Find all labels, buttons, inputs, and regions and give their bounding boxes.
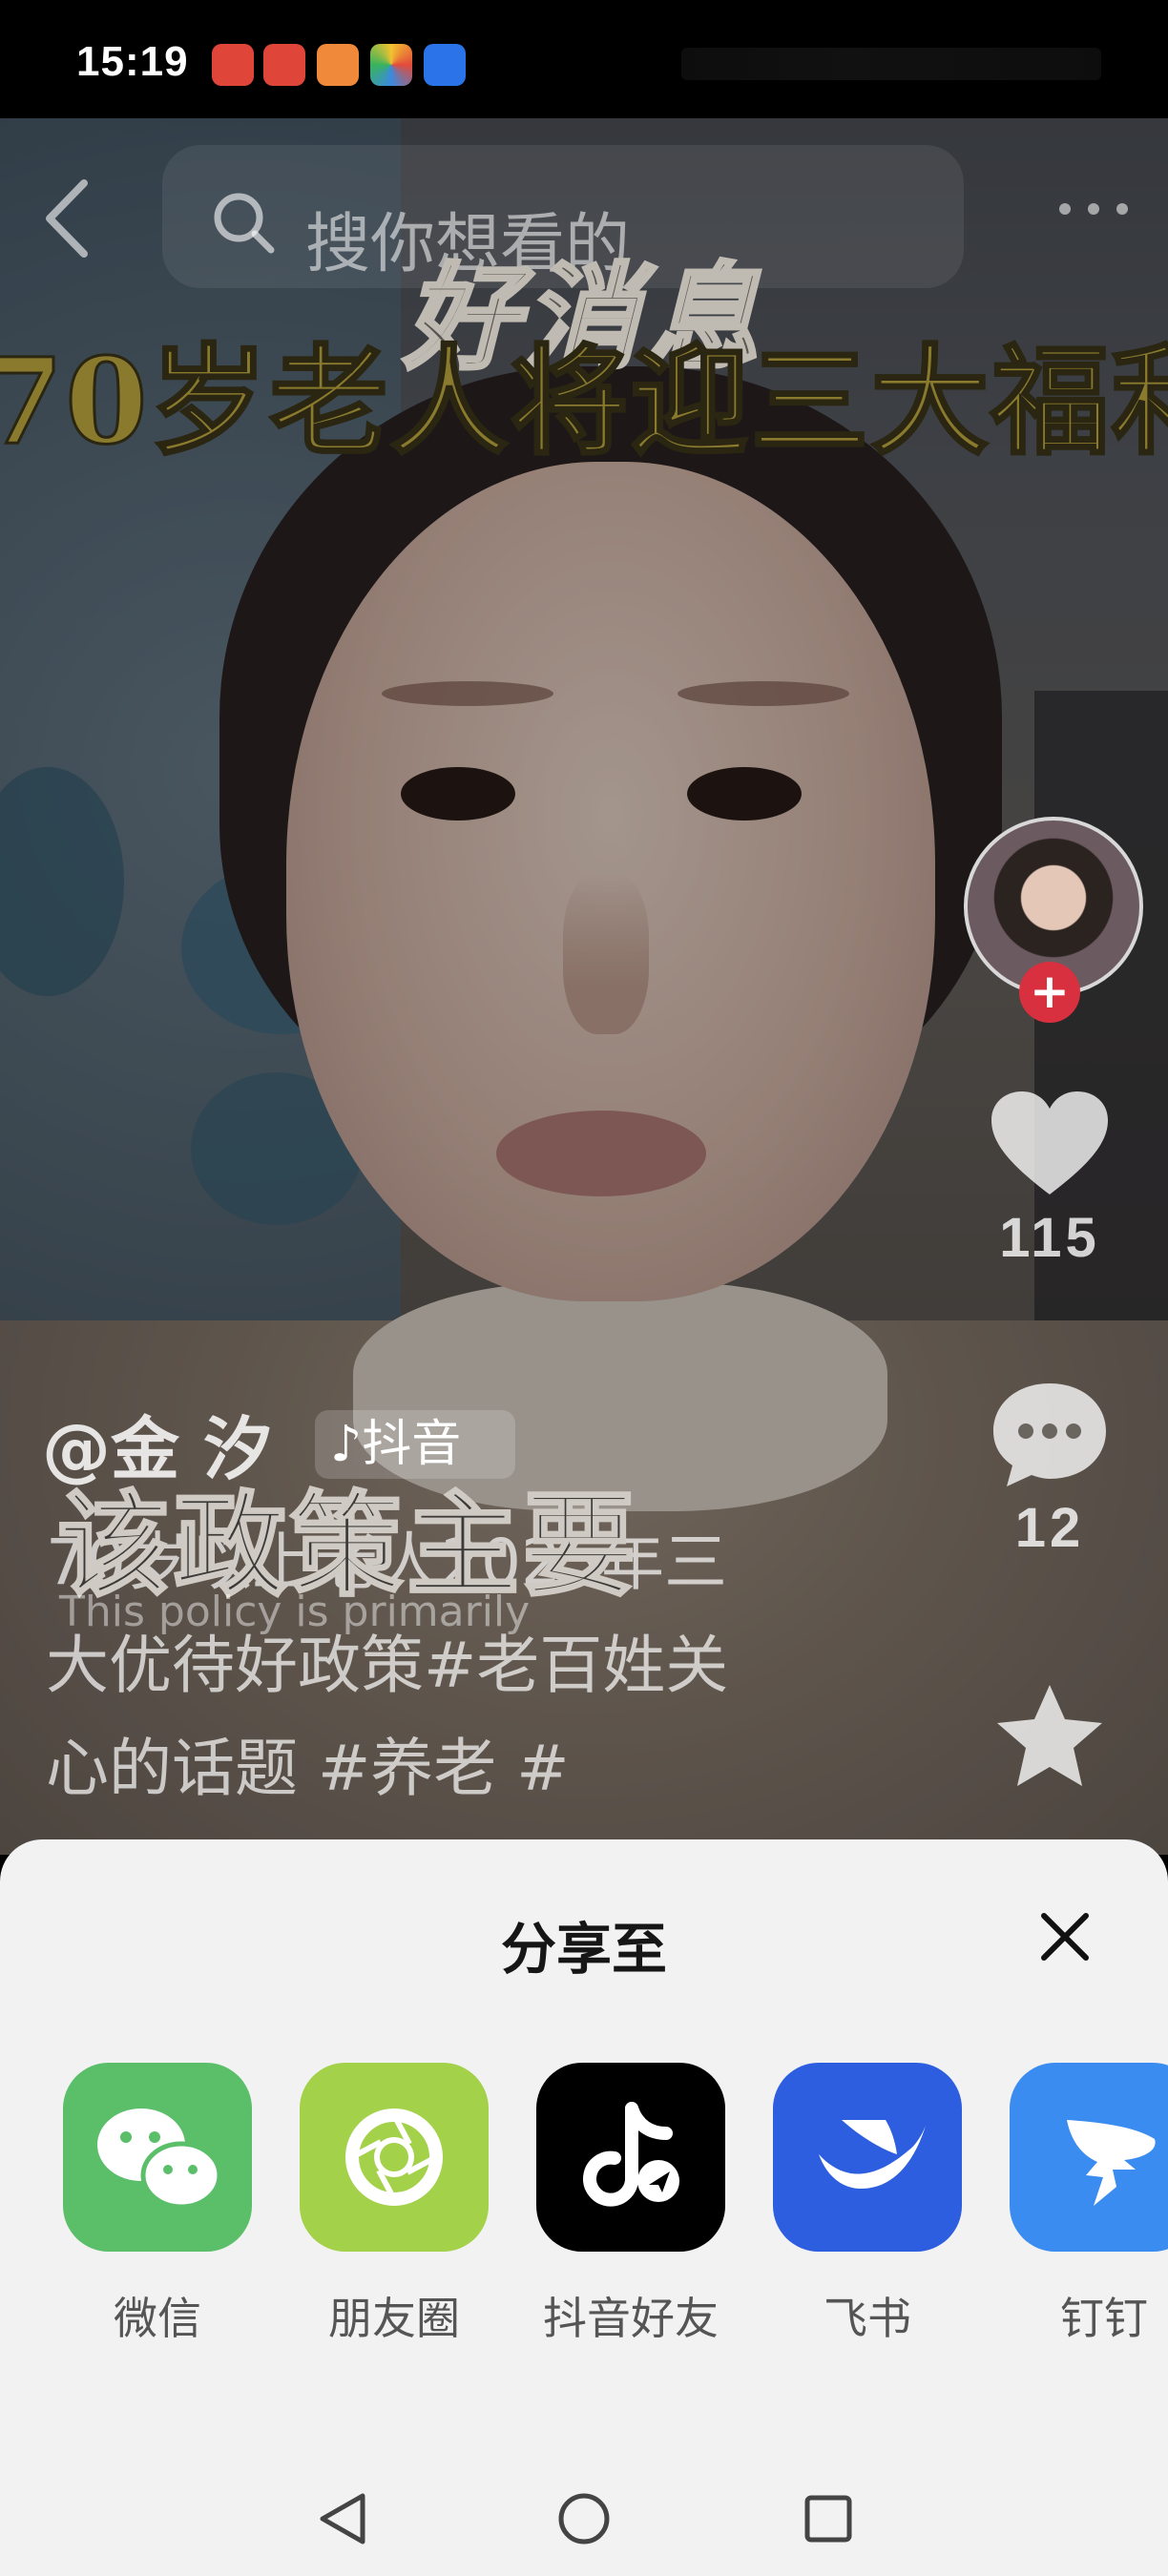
share-app-label: 微信: [114, 2293, 201, 2344]
share-app-label: 钉钉: [1060, 2293, 1148, 2344]
moments-icon: [300, 2063, 489, 2252]
close-icon[interactable]: [1036, 1908, 1094, 1965]
share-app-label: 朋友圈: [328, 2293, 460, 2344]
dingtalk-icon: [1010, 2063, 1168, 2252]
share-wechat[interactable]: 微信: [57, 2063, 258, 2347]
video-headline-line2: 70岁老人将迎三大福利: [0, 332, 1168, 473]
status-indicators: [681, 48, 1101, 80]
nav-recents-icon[interactable]: [800, 2490, 857, 2547]
share-app-label: 抖音好友: [543, 2293, 719, 2344]
status-bar: 15:19: [0, 0, 1168, 118]
notification-browser-icon: [424, 44, 466, 86]
comment-count: 12: [1014, 1497, 1085, 1559]
heart-icon: [991, 1091, 1108, 1195]
nav-home-icon[interactable]: [555, 2490, 613, 2547]
clock: 15:19: [76, 38, 189, 85]
share-dingtalk[interactable]: 钉钉: [1004, 2063, 1168, 2347]
notification-app-icon: [212, 44, 254, 86]
douyin-icon: [536, 2063, 725, 2252]
feishu-icon: [773, 2063, 962, 2252]
comment-icon: [993, 1383, 1106, 1486]
nav-back-icon[interactable]: [315, 2490, 372, 2547]
like-button[interactable]: 115: [973, 1088, 1126, 1270]
video-subtitle-english: This policy is primarily: [59, 1588, 531, 1636]
video-player[interactable]: 搜你想看的 好消息 70岁老人将迎三大福利 + 115 12 @金 汐 ♪抖音 …: [0, 118, 1168, 1855]
share-douyin-friend[interactable]: 抖音好友: [531, 2063, 731, 2347]
like-count: 115: [999, 1207, 1100, 1269]
more-options-icon[interactable]: [1055, 195, 1132, 223]
follow-plus-button[interactable]: +: [1019, 962, 1080, 1023]
share-app-label: 飞书: [824, 2293, 911, 2344]
notification-health-icon: [317, 44, 359, 86]
share-app-list: 微信 朋友圈 抖音好友 飞书 钉钉: [0, 2063, 1168, 2368]
share-sheet-title: 分享至: [500, 1917, 667, 1982]
favorite-button[interactable]: [973, 1679, 1126, 1797]
share-moments[interactable]: 朋友圈: [294, 2063, 494, 2347]
comment-button[interactable]: 12: [973, 1378, 1126, 1560]
wechat-icon: [63, 2063, 252, 2252]
notification-app-icon: [263, 44, 305, 86]
share-feishu[interactable]: 飞书: [767, 2063, 968, 2347]
system-navigation-bar: [0, 2462, 1168, 2576]
notification-colorful-icon: [370, 44, 412, 86]
star-icon: [997, 1685, 1102, 1786]
